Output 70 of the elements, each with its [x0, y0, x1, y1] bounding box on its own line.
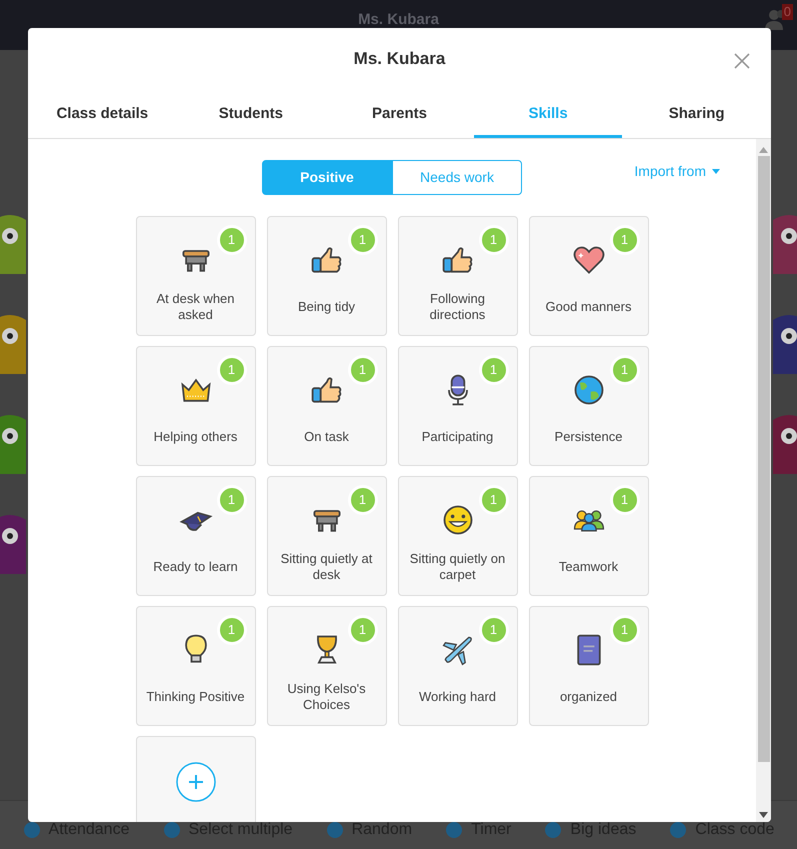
skill-label: Persistence — [554, 428, 622, 444]
scrollbar[interactable] — [756, 139, 771, 822]
toolbar-icon — [162, 821, 180, 839]
scroll-up-icon[interactable] — [759, 147, 768, 153]
points-badge: 1 — [348, 355, 378, 385]
points-badge: 1 — [478, 225, 508, 255]
skill-tile[interactable]: 1 On task — [266, 346, 386, 466]
scroll-down-icon[interactable] — [759, 812, 768, 818]
toolbar-icon — [22, 821, 41, 839]
skill-tile[interactable]: 1 Good manners — [528, 216, 648, 336]
points-badge: 1 — [478, 485, 508, 515]
notification-badge: 0 — [782, 4, 793, 20]
scroll-thumb[interactable] — [758, 156, 770, 762]
skill-tile[interactable]: 1 Sitting quietly on carpet — [398, 476, 518, 596]
skill-label: Working hard — [418, 688, 496, 704]
skill-label: On task — [304, 428, 349, 444]
skill-label: Using Kelso's Choices — [286, 680, 367, 712]
skill-label: Sitting quietly at desk — [280, 550, 374, 582]
skill-label: Thinking Positive — [146, 688, 245, 704]
points-badge: 1 — [216, 355, 246, 385]
skill-label: Being tidy — [298, 298, 356, 314]
plus-icon — [176, 762, 216, 802]
skill-label: Helping others — [154, 428, 238, 444]
skill-tile[interactable]: 1 Working hard — [398, 606, 518, 726]
points-badge: 1 — [348, 485, 378, 515]
tab[interactable]: Students — [176, 90, 326, 138]
points-badge: 1 — [478, 355, 508, 385]
skill-tile[interactable]: 1 organized — [528, 606, 648, 726]
toolbar-icon — [326, 821, 344, 839]
skill-tile[interactable]: 1 Following directions — [398, 216, 518, 336]
skill-label: Following directions — [428, 290, 486, 322]
skill-tile[interactable]: 1 Teamwork — [528, 476, 648, 596]
skill-label: At desk when asked — [155, 290, 236, 322]
skill-label: Sitting quietly on carpet — [408, 550, 506, 582]
close-button[interactable] — [733, 52, 751, 70]
points-badge: 1 — [348, 225, 378, 255]
skill-label: organized — [560, 688, 618, 704]
points-badge: 1 — [610, 615, 640, 645]
points-badge: 1 — [610, 485, 640, 515]
toolbar-icon — [669, 821, 688, 839]
skill-label: Good manners — [546, 298, 632, 314]
points-badge: 1 — [216, 485, 246, 515]
skill-tile[interactable]: 1 Ready to learn — [136, 476, 256, 596]
tab[interactable]: Parents — [325, 90, 474, 138]
skill-tile[interactable]: 1 Thinking Positive — [136, 606, 256, 726]
dialog-title: Ms. Kubara — [354, 48, 446, 70]
points-badge: 1 — [610, 225, 640, 255]
skill-label: Participating — [422, 428, 494, 444]
skill-tile[interactable]: 1 Being tidy — [266, 216, 386, 336]
skill-tile[interactable]: 1 Helping others — [136, 346, 256, 466]
toolbar-icon — [544, 821, 562, 839]
caret-icon — [712, 169, 720, 174]
points-badge: 1 — [478, 615, 508, 645]
points-badge: 1 — [610, 355, 640, 385]
tab[interactable]: Sharing — [622, 90, 771, 138]
toolbar-icon — [445, 821, 464, 839]
points-badge: 1 — [216, 225, 246, 255]
close-icon — [733, 52, 751, 70]
tab[interactable]: Class details — [28, 90, 177, 138]
skill-tile[interactable]: 1 Persistence — [528, 346, 648, 466]
skill-label: Ready to learn — [153, 558, 238, 574]
skill-tile[interactable]: 1 Using Kelso's Choices — [266, 606, 386, 726]
skill-tile[interactable]: 1 Sitting quietly at desk — [266, 476, 386, 596]
skill-tile[interactable]: 1 Participating — [398, 346, 518, 466]
add-skill-tile[interactable] — [136, 736, 256, 822]
class-title: Ms. Kubara — [358, 11, 439, 28]
points-badge: 1 — [348, 615, 378, 645]
points-badge: 1 — [216, 615, 246, 645]
skill-label: Teamwork — [558, 558, 618, 574]
skill-tile[interactable]: 1 At desk when asked — [136, 216, 256, 336]
